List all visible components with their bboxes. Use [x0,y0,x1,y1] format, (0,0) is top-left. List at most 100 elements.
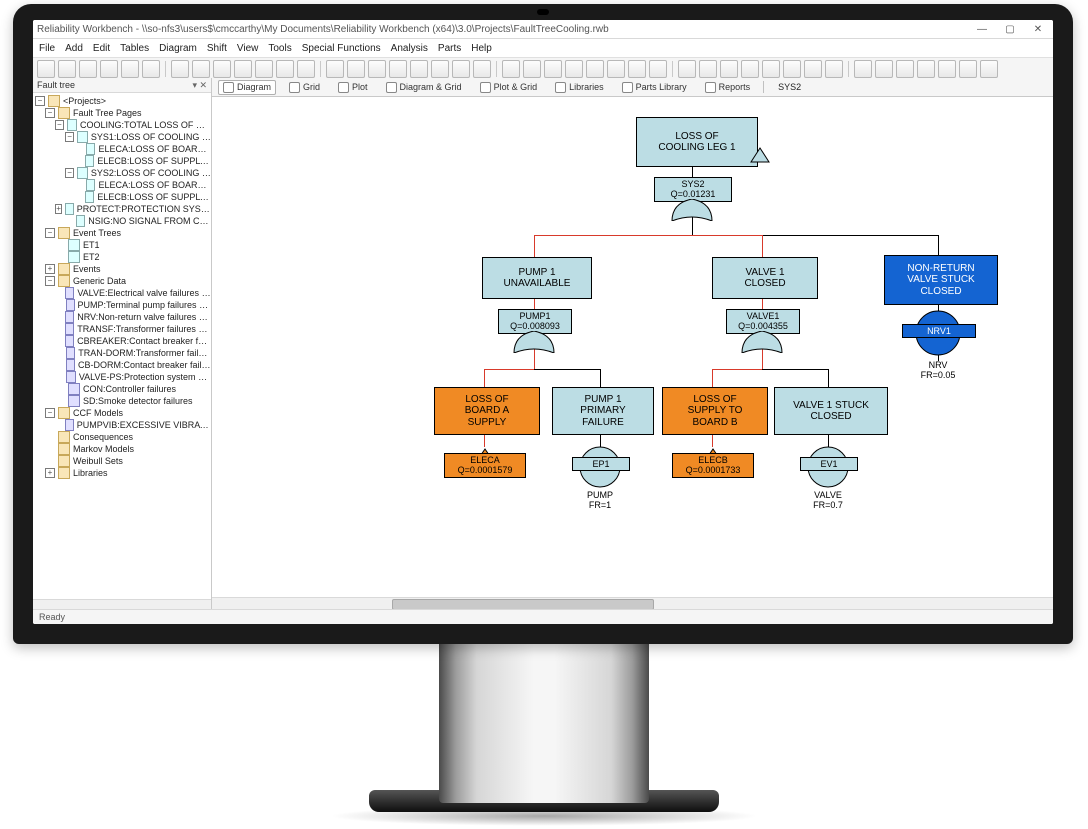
toolbar-button-22[interactable] [523,60,541,78]
toolbar-button-32[interactable] [741,60,759,78]
tree-item[interactable]: −Generic Data [33,275,211,287]
view-tab-libraries[interactable]: Libraries [550,80,609,95]
tree-item[interactable]: CB-DORM:Contact breaker failures – dorma… [33,359,211,371]
tree-item[interactable]: ELECA:LOSS OF BOARD A SUPPLY [33,179,211,191]
tree-item[interactable]: +Libraries [33,467,211,479]
menu-add[interactable]: Add [65,43,83,54]
view-tab-diagram[interactable]: Diagram [218,80,276,95]
tree-item[interactable]: SD:Smoke detector failures [33,395,211,407]
toolbar-button-28[interactable] [649,60,667,78]
tree-item[interactable]: TRAN-DORM:Transformer failures – dormant [33,347,211,359]
gate-valve1-label[interactable]: VALVE1 Q=0.004355 [726,309,800,334]
toolbar-button-33[interactable] [762,60,780,78]
tree-item[interactable]: −COOLING:TOTAL LOSS OF COOLING [33,119,211,131]
menu-parts[interactable]: Parts [438,43,461,54]
toolbar-button-14[interactable] [347,60,365,78]
view-tab-plot-grid[interactable]: Plot & Grid [475,80,543,95]
toolbar-button-41[interactable] [938,60,956,78]
toolbar-button-25[interactable] [586,60,604,78]
tree-item[interactable]: ELECB:LOSS OF SUPPLY TO BOARD B [33,191,211,203]
menu-shift[interactable]: Shift [207,43,227,54]
minimize-button[interactable]: — [971,24,993,35]
toolbar-button-43[interactable] [980,60,998,78]
view-tab-reports[interactable]: Reports [700,80,756,95]
tree-item[interactable]: ET1 [33,239,211,251]
toolbar-button-2[interactable] [79,60,97,78]
tree-item[interactable]: TRANSF:Transformer failures – immediatel… [33,323,211,335]
sidebar-dropdown-icon[interactable]: ▾ ✕ [192,80,207,91]
menu-tools[interactable]: Tools [268,43,291,54]
menu-tables[interactable]: Tables [120,43,149,54]
menu-analysis[interactable]: Analysis [391,43,428,54]
tree-item[interactable]: PUMPVIB:EXCESSIVE VIBRATION AFFECTING P [33,419,211,431]
node-ev1-desc[interactable]: VALVE 1 STUCK CLOSED [774,387,888,435]
gate-sys2-label[interactable]: SYS2 Q=0.01231 [654,177,732,202]
node-ep1-desc[interactable]: PUMP 1 PRIMARY FAILURE [552,387,654,435]
toolbar-button-21[interactable] [502,60,520,78]
toolbar-button-38[interactable] [875,60,893,78]
toolbar-button-18[interactable] [431,60,449,78]
tree-item[interactable]: −<Projects> [33,95,211,107]
toolbar-button-34[interactable] [783,60,801,78]
expand-icon[interactable]: − [45,228,55,238]
toolbar-button-26[interactable] [607,60,625,78]
toolbar-button-3[interactable] [100,60,118,78]
tree-item[interactable]: Weibull Sets [33,455,211,467]
tree-item[interactable]: VALVE-PS:Protection system valve failure… [33,371,211,383]
expand-icon[interactable]: − [35,96,45,106]
tree-item[interactable]: NSIG:NO SIGNAL FROM CONTROLLER [33,215,211,227]
tree-item[interactable]: +Events [33,263,211,275]
view-tab-grid[interactable]: Grid [284,80,325,95]
toolbar-button-10[interactable] [255,60,273,78]
expand-icon[interactable]: − [65,132,74,142]
expand-icon[interactable]: − [65,168,74,178]
node-nrv-desc[interactable]: NON-RETURN VALVE STUCK CLOSED [884,255,998,305]
expand-icon[interactable]: + [55,204,62,214]
expand-icon[interactable]: + [45,468,55,478]
breadcrumb-current[interactable]: SYS2 [778,82,801,92]
toolbar-button-1[interactable] [58,60,76,78]
toolbar-button-15[interactable] [368,60,386,78]
toolbar-button-30[interactable] [699,60,717,78]
toolbar-button-11[interactable] [276,60,294,78]
tree-item[interactable]: −SYS2:LOSS OF COOLING LEG 2 [33,167,211,179]
sidebar-title[interactable]: Fault tree ▾ ✕ [33,78,211,93]
toolbar-button-31[interactable] [720,60,738,78]
tree-item[interactable]: ELECA:LOSS OF BOARD A SUPPLY [33,143,211,155]
toolbar-button-19[interactable] [452,60,470,78]
menu-view[interactable]: View [237,43,259,54]
tree-item[interactable]: CON:Controller failures [33,383,211,395]
toolbar-button-37[interactable] [854,60,872,78]
toolbar-button-8[interactable] [213,60,231,78]
toolbar-button-7[interactable] [192,60,210,78]
menu-help[interactable]: Help [471,43,492,54]
tree-item[interactable]: Markov Models [33,443,211,455]
expand-icon[interactable]: + [45,264,55,274]
toolbar-button-29[interactable] [678,60,696,78]
toolbar-button-6[interactable] [171,60,189,78]
gate-pump1-label[interactable]: PUMP1 Q=0.008093 [498,309,572,334]
menu-file[interactable]: File [39,43,55,54]
toolbar-button-0[interactable] [37,60,55,78]
close-button[interactable]: ✕ [1027,24,1049,35]
expand-icon[interactable]: − [55,120,64,130]
toolbar-button-27[interactable] [628,60,646,78]
menu-edit[interactable]: Edit [93,43,110,54]
expand-icon[interactable]: − [45,408,55,418]
toolbar-button-42[interactable] [959,60,977,78]
toolbar-button-20[interactable] [473,60,491,78]
node-valve1-desc[interactable]: VALVE 1 CLOSED [712,257,818,299]
toolbar-button-40[interactable] [917,60,935,78]
toolbar-button-12[interactable] [297,60,315,78]
expand-icon[interactable]: − [45,276,55,286]
toolbar-button-36[interactable] [825,60,843,78]
tree-item[interactable]: VALVE:Electrical valve failures – immedi… [33,287,211,299]
tree-item[interactable]: Consequences [33,431,211,443]
toolbar-button-5[interactable] [142,60,160,78]
node-pump1-desc[interactable]: PUMP 1 UNAVAILABLE [482,257,592,299]
diagram-canvas[interactable]: LOSS OF COOLING LEG 1 SYS2 Q=0.01231 PU [212,97,1053,610]
tree-item[interactable]: ELECB:LOSS OF SUPPLY TO BOARD B [33,155,211,167]
node-elecb-desc[interactable]: LOSS OF SUPPLY TO BOARD B [662,387,768,435]
view-tab-plot[interactable]: Plot [333,80,373,95]
view-tab-parts-library[interactable]: Parts Library [617,80,692,95]
